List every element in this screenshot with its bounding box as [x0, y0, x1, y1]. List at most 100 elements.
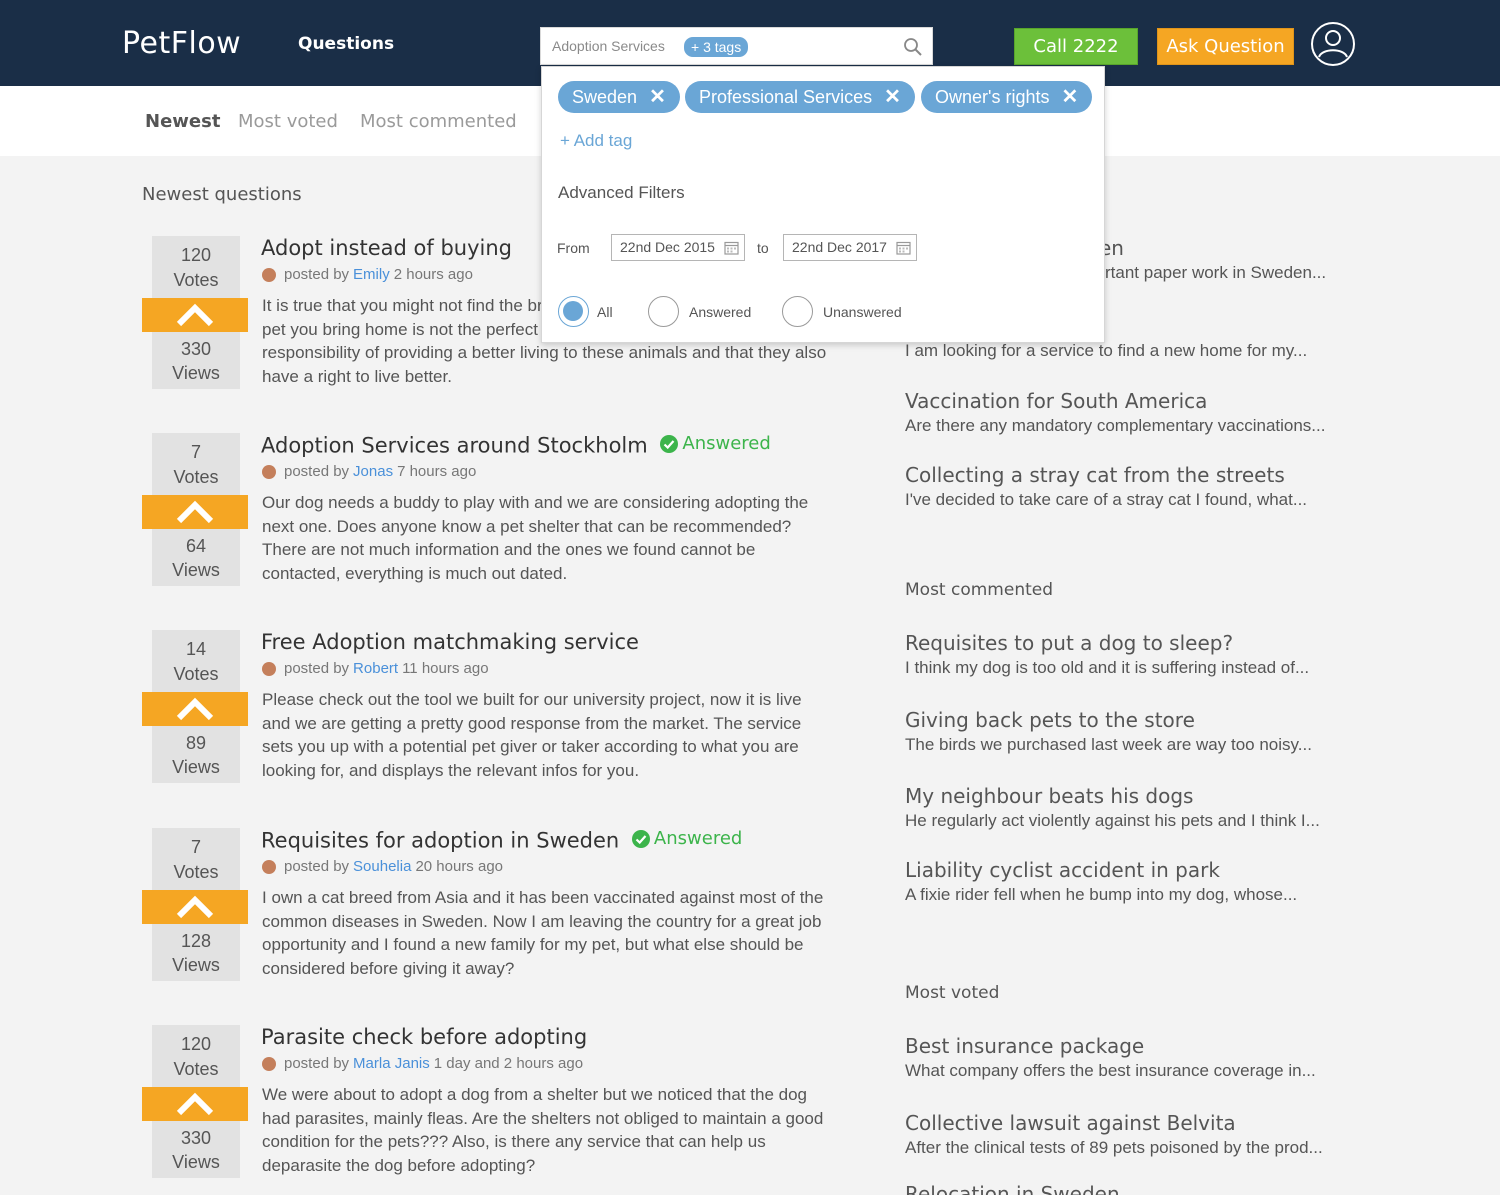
tag-chip-sweden[interactable]: Sweden ✕ — [558, 81, 680, 113]
upvote-button[interactable] — [142, 1087, 248, 1121]
question-card: 14 Votes 89 Views Free Adoption matchmak… — [142, 630, 842, 790]
upvote-button[interactable] — [142, 298, 248, 332]
question-title[interactable]: Parasite check before adopting — [261, 1025, 587, 1049]
calendar-icon[interactable] — [896, 240, 911, 255]
search-input[interactable]: Adoption Services + 3 tags — [540, 27, 933, 65]
vote-box: 120 Votes 330 Views — [142, 236, 248, 389]
tab-newest[interactable]: Newest — [145, 111, 220, 132]
question-title[interactable]: Requisites for adoption in Sweden Answer… — [261, 828, 742, 853]
sidebar-question-title[interactable]: Collecting a stray cat from the streets — [905, 463, 1375, 487]
sidebar-question-title[interactable]: Vaccination for South America — [905, 389, 1375, 413]
answered-badge: Answered — [631, 828, 742, 849]
nav-questions-link[interactable]: Questions — [298, 34, 394, 54]
sidebar-question-title[interactable]: Collective lawsuit against Belvita — [905, 1111, 1375, 1135]
most-commented-heading: Most commented — [905, 580, 1054, 600]
question-meta: posted by Souhelia 20 hours ago — [262, 858, 503, 875]
search-icon[interactable] — [903, 37, 923, 57]
radio-answered[interactable] — [648, 296, 679, 327]
to-date-input[interactable]: 22nd Dec 2017 — [783, 234, 917, 261]
question-title-text[interactable]: Free Adoption matchmaking service — [261, 630, 639, 654]
radio-answered-label: Answered — [689, 304, 752, 320]
sidebar-question[interactable]: Collecting a stray cat from the streets … — [905, 463, 1375, 510]
upvote-button[interactable] — [142, 692, 248, 726]
sidebar-question-title[interactable]: Requisites to put a dog to sleep? — [905, 631, 1375, 655]
radio-all[interactable] — [558, 296, 589, 327]
question-excerpt: We were about to adopt a dog from a shel… — [262, 1085, 824, 1176]
calendar-icon[interactable] — [724, 240, 739, 255]
user-avatar-icon[interactable] — [1310, 21, 1356, 67]
author-link[interactable]: Emily — [353, 266, 390, 283]
advanced-filters-heading: Advanced Filters — [558, 183, 685, 202]
votes-label: Votes — [173, 270, 219, 290]
newest-questions-heading: Newest questions — [142, 184, 302, 205]
sidebar-question[interactable]: Vaccination for South America Are there … — [905, 389, 1375, 436]
sidebar-question-excerpt: A fixie rider fell when he bump into my … — [905, 885, 1298, 904]
upvote-button[interactable] — [142, 495, 248, 529]
question-card: 7 Votes 128 Views Requisites for adoptio… — [142, 828, 842, 988]
sidebar-question[interactable]: Relocation in Sweden — [905, 1182, 1375, 1195]
search-tag-count-badge[interactable]: + 3 tags — [684, 37, 749, 57]
sidebar-question-title[interactable]: Giving back pets to the store — [905, 708, 1375, 732]
sidebar-question[interactable]: My neighbour beats his dogs He regularly… — [905, 784, 1375, 831]
question-title-text[interactable]: Requisites for adoption in Sweden — [261, 829, 619, 853]
add-tag-link[interactable]: + Add tag — [560, 131, 632, 151]
posted-by-label: posted by — [284, 463, 350, 480]
author-link[interactable]: Souhelia — [353, 858, 411, 875]
chevron-up-icon — [176, 697, 214, 721]
question-meta: posted by Marla Janis 1 day and 2 hours … — [262, 1055, 583, 1072]
to-date-value: 22nd Dec 2017 — [792, 239, 887, 255]
sidebar-question[interactable]: Best insurance package What company offe… — [905, 1034, 1375, 1081]
vote-box: 7 Votes 64 Views — [142, 433, 248, 586]
views-label: Views — [172, 955, 220, 975]
author-link[interactable]: Marla Janis — [353, 1055, 430, 1072]
call-button[interactable]: Call 2222 — [1014, 28, 1138, 65]
radio-unanswered[interactable] — [782, 296, 813, 327]
close-icon[interactable]: ✕ — [1061, 81, 1078, 113]
sidebar-question-title[interactable]: Best insurance package — [905, 1034, 1375, 1058]
sidebar-question-title[interactable]: Liability cyclist accident in park — [905, 858, 1375, 882]
upvote-button[interactable] — [142, 890, 248, 924]
sidebar-question-title[interactable]: My neighbour beats his dogs — [905, 784, 1375, 808]
close-icon[interactable]: ✕ — [884, 81, 901, 113]
sidebar-question[interactable]: Giving back pets to the store The birds … — [905, 708, 1375, 755]
sidebar-question-excerpt: I've decided to take care of a stray cat… — [905, 490, 1308, 509]
view-count: 330 — [180, 1128, 212, 1148]
logo[interactable]: PetFlow — [122, 26, 241, 61]
check-circle-icon — [631, 829, 650, 848]
chevron-up-icon — [176, 1092, 214, 1116]
votes-label: Votes — [173, 1059, 219, 1079]
from-date-input[interactable]: 22nd Dec 2015 — [611, 234, 745, 261]
question-title[interactable]: Free Adoption matchmaking service — [261, 630, 639, 654]
post-time: 11 hours ago — [402, 660, 489, 677]
close-icon[interactable]: ✕ — [649, 81, 666, 113]
question-title-text[interactable]: Adopt instead of buying — [261, 236, 512, 260]
sidebar-question-title[interactable]: Relocation in Sweden — [905, 1182, 1375, 1195]
ask-question-button[interactable]: Ask Question — [1157, 28, 1294, 65]
question-meta: posted by Robert 11 hours ago — [262, 660, 489, 677]
check-circle-icon — [660, 434, 679, 453]
question-excerpt: Please check out the tool we built for o… — [262, 690, 802, 781]
answered-badge: Answered — [660, 433, 771, 454]
tab-most-commented[interactable]: Most commented — [360, 111, 517, 132]
sidebar-question[interactable]: Requisites to put a dog to sleep? I thin… — [905, 631, 1375, 678]
posted-by-label: posted by — [284, 858, 350, 875]
author-link[interactable]: Jonas — [353, 463, 393, 480]
sidebar-question[interactable]: Liability cyclist accident in park A fix… — [905, 858, 1375, 905]
sidebar-question[interactable]: Collective lawsuit against Belvita After… — [905, 1111, 1375, 1158]
question-title-text[interactable]: Adoption Services around Stockholm — [261, 434, 648, 458]
vote-count: 120 — [180, 1034, 212, 1054]
author-link[interactable]: Robert — [353, 660, 398, 677]
question-title-text[interactable]: Parasite check before adopting — [261, 1025, 587, 1049]
from-label: From — [557, 240, 590, 256]
post-time: 20 hours ago — [415, 858, 504, 875]
view-count: 128 — [180, 931, 212, 951]
tab-most-voted[interactable]: Most voted — [238, 111, 338, 132]
tag-chip-owners-rights[interactable]: Owner's rights ✕ — [921, 81, 1093, 113]
view-count: 330 — [180, 339, 212, 359]
posted-by-label: posted by — [284, 266, 350, 283]
post-time: 2 hours ago — [393, 266, 473, 283]
question-title[interactable]: Adopt instead of buying — [261, 236, 512, 260]
tag-chip-professional-services[interactable]: Professional Services ✕ — [685, 81, 915, 113]
question-title[interactable]: Adoption Services around Stockholm Answe… — [261, 433, 771, 458]
chevron-up-icon — [176, 895, 214, 919]
